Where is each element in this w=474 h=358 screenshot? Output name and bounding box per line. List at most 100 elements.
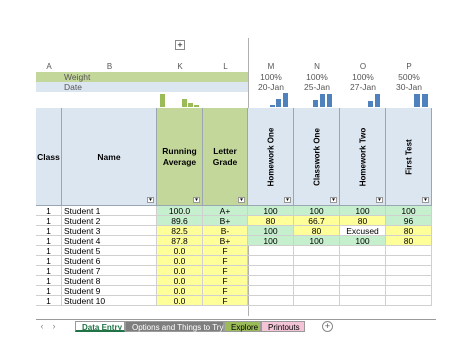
assignment-header-o[interactable]: Homework Two ▾ <box>340 108 386 206</box>
name-header[interactable]: Name ▾ <box>62 108 157 206</box>
weight-cell-p[interactable]: 500% <box>386 72 432 82</box>
class-cell[interactable]: 1 <box>36 286 62 296</box>
score-cell[interactable] <box>248 276 294 286</box>
score-cell[interactable] <box>340 286 386 296</box>
average-cell[interactable]: 100.0 <box>157 206 203 216</box>
name-cell[interactable]: Student 3 <box>62 226 157 236</box>
grade-cell[interactable]: F <box>203 256 248 266</box>
score-cell[interactable]: 100 <box>248 226 294 236</box>
score-cell[interactable] <box>340 266 386 276</box>
class-header[interactable]: Class <box>36 108 62 206</box>
name-cell[interactable]: Student 7 <box>62 266 157 276</box>
score-cell[interactable]: 100 <box>248 236 294 246</box>
average-cell[interactable]: 0.0 <box>157 276 203 286</box>
average-cell[interactable]: 82.5 <box>157 226 203 236</box>
name-cell[interactable]: Student 9 <box>62 286 157 296</box>
date-cell-n[interactable]: 25-Jan <box>294 82 340 92</box>
score-cell[interactable] <box>386 296 432 306</box>
grade-cell[interactable]: B- <box>203 226 248 236</box>
grade-cell[interactable]: F <box>203 266 248 276</box>
class-cell[interactable]: 1 <box>36 296 62 306</box>
weight-cell-o[interactable]: 100% <box>340 72 386 82</box>
column-header-a[interactable]: A <box>36 62 62 72</box>
column-header-o[interactable]: O <box>340 62 386 72</box>
filter-dropdown-icon[interactable]: ▾ <box>330 197 337 203</box>
score-cell[interactable] <box>386 266 432 276</box>
class-cell[interactable]: 1 <box>36 266 62 276</box>
average-cell[interactable]: 87.8 <box>157 236 203 246</box>
score-cell[interactable]: 100 <box>248 206 294 216</box>
grade-cell[interactable]: B+ <box>203 216 248 226</box>
average-cell[interactable]: 0.0 <box>157 286 203 296</box>
score-cell[interactable] <box>248 296 294 306</box>
letter-grade-header[interactable]: Letter Grade ▾ <box>203 108 248 206</box>
name-cell[interactable]: Student 1 <box>62 206 157 216</box>
name-cell[interactable]: Student 8 <box>62 276 157 286</box>
column-header-n[interactable]: N <box>294 62 340 72</box>
class-cell[interactable]: 1 <box>36 226 62 236</box>
class-cell[interactable]: 1 <box>36 236 62 246</box>
class-cell[interactable]: 1 <box>36 246 62 256</box>
score-cell[interactable] <box>340 246 386 256</box>
score-cell[interactable] <box>386 276 432 286</box>
tab-scroll-right-button[interactable]: › <box>50 321 58 332</box>
grade-cell[interactable]: B+ <box>203 236 248 246</box>
filter-dropdown-icon[interactable]: ▾ <box>193 197 200 203</box>
score-cell[interactable] <box>248 246 294 256</box>
class-cell[interactable]: 1 <box>36 256 62 266</box>
grade-cell[interactable]: F <box>203 276 248 286</box>
filter-dropdown-icon[interactable]: ▾ <box>284 197 291 203</box>
average-cell[interactable]: 0.0 <box>157 266 203 276</box>
score-cell[interactable]: 100 <box>294 206 340 216</box>
score-cell[interactable]: 66.7 <box>294 216 340 226</box>
score-cell[interactable] <box>386 246 432 256</box>
running-average-header[interactable]: Running Average ▾ <box>157 108 203 206</box>
average-cell[interactable]: 0.0 <box>157 256 203 266</box>
filter-dropdown-icon[interactable]: ▾ <box>147 197 154 203</box>
score-cell[interactable]: Excused <box>340 226 386 236</box>
class-cell[interactable]: 1 <box>36 276 62 286</box>
tab-printouts[interactable]: Printouts <box>261 321 305 332</box>
filter-dropdown-icon[interactable]: ▾ <box>422 197 429 203</box>
grade-cell[interactable]: A+ <box>203 206 248 216</box>
score-cell[interactable]: 100 <box>340 206 386 216</box>
score-cell[interactable] <box>340 276 386 286</box>
column-header-m[interactable]: M <box>248 62 294 72</box>
score-cell[interactable] <box>340 296 386 306</box>
score-cell[interactable]: 80 <box>386 226 432 236</box>
grade-cell[interactable]: F <box>203 296 248 306</box>
score-cell[interactable] <box>386 256 432 266</box>
score-cell[interactable]: 80 <box>340 216 386 226</box>
score-cell[interactable] <box>294 256 340 266</box>
name-cell[interactable]: Student 4 <box>62 236 157 246</box>
filter-dropdown-icon[interactable]: ▾ <box>376 197 383 203</box>
score-cell[interactable]: 100 <box>340 236 386 246</box>
score-cell[interactable] <box>294 276 340 286</box>
average-cell[interactable]: 0.0 <box>157 246 203 256</box>
class-cell[interactable]: 1 <box>36 206 62 216</box>
weight-cell-m[interactable]: 100% <box>248 72 294 82</box>
score-cell[interactable] <box>248 256 294 266</box>
column-header-k[interactable]: K <box>157 62 203 72</box>
score-cell[interactable]: 96 <box>386 216 432 226</box>
score-cell[interactable] <box>294 246 340 256</box>
assignment-header-p[interactable]: First Test ▾ <box>386 108 432 206</box>
assignment-header-m[interactable]: Homework One ▾ <box>248 108 294 206</box>
grade-cell[interactable]: F <box>203 246 248 256</box>
column-header-b[interactable]: B <box>62 62 157 72</box>
filter-dropdown-icon[interactable]: ▾ <box>238 197 245 203</box>
expand-button[interactable]: + <box>175 40 185 50</box>
column-header-p[interactable]: P <box>386 62 432 72</box>
score-cell[interactable]: 100 <box>294 236 340 246</box>
grade-cell[interactable]: F <box>203 286 248 296</box>
score-cell[interactable]: 80 <box>248 216 294 226</box>
name-cell[interactable]: Student 2 <box>62 216 157 226</box>
name-cell[interactable]: Student 5 <box>62 246 157 256</box>
score-cell[interactable]: 80 <box>294 226 340 236</box>
date-cell-m[interactable]: 20-Jan <box>248 82 294 92</box>
score-cell[interactable] <box>294 286 340 296</box>
score-cell[interactable] <box>340 256 386 266</box>
date-cell-p[interactable]: 30-Jan <box>386 82 432 92</box>
name-cell[interactable]: Student 6 <box>62 256 157 266</box>
score-cell[interactable]: 80 <box>386 236 432 246</box>
